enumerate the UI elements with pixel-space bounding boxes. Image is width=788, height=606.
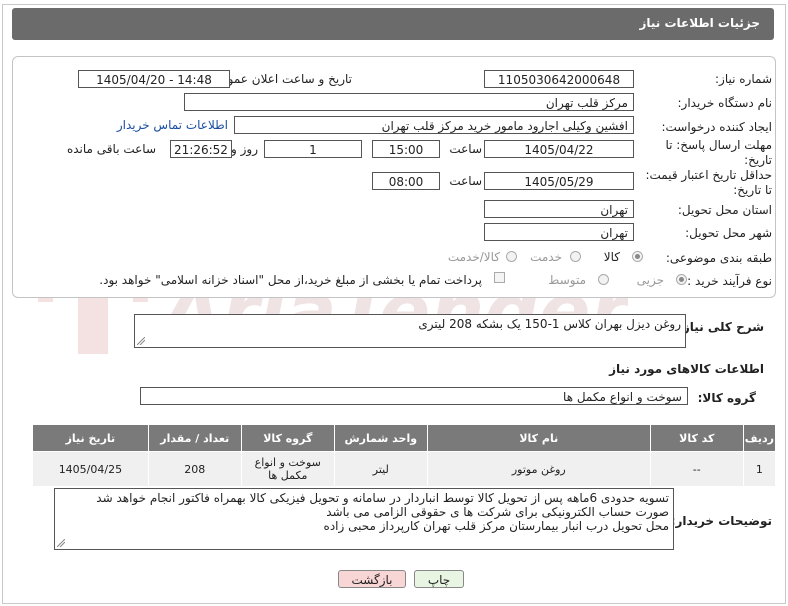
cell-group: سوخت و انواع مکمل ها	[240, 451, 335, 487]
description-text: روغن دیزل بهران کلاس 1-150 یک بشکه 208 ل…	[418, 317, 681, 331]
description-label: شرح کلی نیاز:	[678, 320, 764, 334]
cell-unit: لیتر	[333, 451, 428, 487]
province-label: استان محل تحویل:	[677, 203, 772, 217]
col-item-name: نام کالا	[426, 424, 651, 452]
category-goods-radio[interactable]	[632, 251, 643, 262]
creator-field: افشین وکیلی اجارود مامور خرید مرکز قلب ت…	[234, 116, 634, 134]
table-header-row: ردیف کد کالا نام کالا واحد شمارش گروه کا…	[32, 424, 777, 452]
category-goods-label: کالا	[603, 250, 620, 264]
cell-row-number: 1	[742, 451, 777, 487]
process-partial-label: جزیی	[636, 273, 664, 287]
buyer-notes-textarea[interactable]: تسویه حدودی 6ماهه پس از تحویل کالا توسط …	[54, 488, 674, 550]
col-item-code: کد کالا	[649, 424, 744, 452]
announce-field: 1405/04/20 - 14:48	[78, 70, 230, 88]
buyer-notes-label: توضیحات خریدار:	[670, 514, 772, 528]
reply-date-field: 1405/04/22	[484, 140, 634, 158]
resize-grip-icon[interactable]	[57, 539, 65, 547]
payment-note: پرداخت تمام یا بخشی از مبلغ خرید،از محل …	[99, 273, 482, 287]
buyer-notes-line-3: محل تحویل درب انبار بیمارستان مرکز قلب ت…	[323, 519, 669, 533]
process-medium-label: متوسط	[548, 273, 586, 287]
buyer-notes-line-2: صورت حساب الکترونیکی برای شرکت ها ی حقوق…	[326, 505, 669, 519]
price-time-label: ساعت	[449, 174, 482, 188]
reply-time-field: 15:00	[372, 140, 440, 158]
description-textarea[interactable]: روغن دیزل بهران کلاس 1-150 یک بشکه 208 ل…	[134, 314, 686, 348]
treasury-payment-checkbox[interactable]	[494, 272, 505, 283]
process-partial-radio[interactable]	[676, 274, 687, 285]
resize-grip-icon[interactable]	[137, 337, 145, 345]
city-field: تهران	[484, 223, 634, 241]
table-row: 1 -- روغن موتور لیتر سوخت و انواع مکمل ه…	[32, 451, 777, 487]
col-quantity: تعداد / مقدار	[147, 424, 242, 452]
days-label: روز و	[231, 142, 258, 156]
col-unit: واحد شمارش	[333, 424, 428, 452]
remaining-time-field: 21:26:52	[170, 140, 232, 158]
province-field: تهران	[484, 200, 634, 218]
price-date-field: 1405/05/29	[484, 172, 634, 190]
col-row-number: ردیف	[742, 424, 777, 452]
goods-table: ردیف کد کالا نام کالا واحد شمارش گروه کا…	[32, 424, 777, 487]
category-service-label: خدمت	[530, 250, 562, 264]
goods-group-label: گروه کالا:	[697, 391, 756, 405]
cell-item-code: --	[649, 451, 744, 487]
cell-need-date: 1405/04/25	[32, 451, 149, 487]
print-button[interactable]: چاپ	[414, 570, 464, 588]
goods-section-title: اطلاعات کالاهای مورد نیاز	[609, 362, 764, 376]
buyer-notes-line-1: تسویه حدودی 6ماهه پس از تحویل کالا توسط …	[96, 491, 669, 505]
price-time-field: 08:00	[372, 172, 440, 190]
category-service-radio[interactable]	[570, 251, 581, 262]
category-label: طبقه بندی موضوعی:	[665, 251, 772, 265]
reply-deadline-label: مهلت ارسال پاسخ: تا تاریخ:	[665, 138, 772, 167]
col-need-date: تاریخ نیاز	[32, 424, 149, 452]
contact-info-link[interactable]: اطلاعات تماس خریدار	[117, 118, 228, 132]
remaining-time-label: ساعت باقی مانده	[66, 142, 156, 156]
process-label: نوع فرآیند خرید :	[687, 274, 772, 288]
category-both-label: کالا/خدمت	[447, 250, 500, 264]
title-bar: جزئیات اطلاعات نیاز	[12, 8, 774, 40]
back-button[interactable]: بازگشت	[338, 570, 406, 588]
price-validity-label: حداقل تاریخ اعتبار قیمت: تا تاریخ:	[645, 168, 772, 197]
cell-quantity: 208	[147, 451, 242, 487]
goods-group-field: سوخت و انواع مکمل ها	[140, 387, 688, 405]
creator-label: ایجاد کننده درخواست:	[661, 120, 772, 134]
days-remaining-field: 1	[264, 140, 362, 158]
need-number-label: شماره نیاز:	[715, 72, 772, 86]
page-title: جزئیات اطلاعات نیاز	[639, 16, 760, 30]
process-medium-radio[interactable]	[598, 274, 609, 285]
buyer-org-label: نام دستگاه خریدار:	[677, 96, 773, 110]
need-number-field: 1105030642000648	[484, 70, 634, 88]
city-label: شهر محل تحویل:	[685, 226, 772, 240]
category-both-radio[interactable]	[506, 251, 517, 262]
buyer-org-field: مرکز قلب تهران	[184, 93, 634, 111]
cell-item-name: روغن موتور	[426, 451, 651, 487]
reply-time-label: ساعت	[449, 142, 482, 156]
col-group: گروه کالا	[240, 424, 335, 452]
